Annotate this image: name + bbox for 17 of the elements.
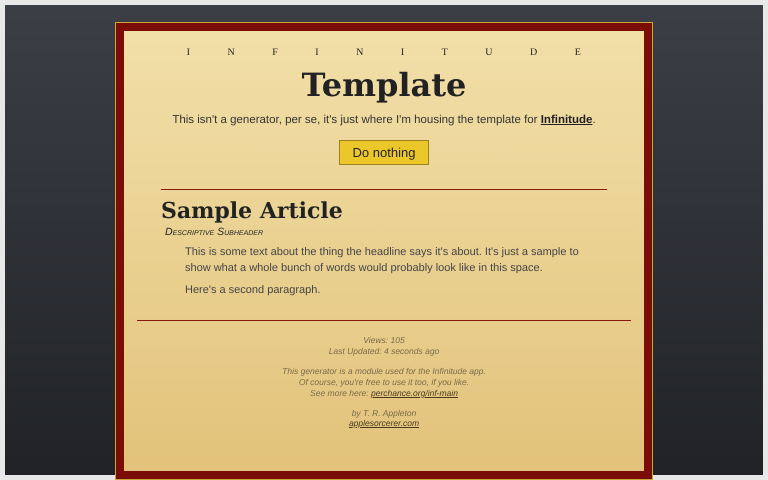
infinitude-link[interactable]: Infinitude [540,114,592,126]
footer-note: This generator is a module used for the Infinitude app. [282,366,486,376]
article-headline: Sample Article [161,198,344,224]
author-site-link[interactable]: applesorcerer.com [348,418,420,428]
article-subheader: Descriptive Subheader [165,226,264,238]
footer-note: Of course, you're free to use it too, if you like. [298,377,470,387]
last-updated: Last Updated: 4 seconds ago [328,346,440,356]
intro-text: This isn't a generator, per se, it's just where I'm housing the template for Infinitude. [172,114,596,126]
do-nothing-button[interactable]: Do nothing [338,140,430,165]
page-title: Template [302,66,466,104]
article-paragraph: Here's a second paragraph. [185,283,322,298]
article-paragraph: This is some text about the thing the headline says it's about. It's just a sample to show what a whole bunch of words would probably look like in this space. [185,245,580,276]
see-more-text: See more here: perchance.org/inf-main [310,388,458,398]
perchance-link[interactable]: perchance.org/inf-main [371,388,458,398]
author-credit: by T. R. Appleton [352,408,416,418]
views-count: Views: 105 [363,335,405,345]
brand-wordmark: INFINITUDE [186,47,618,58]
